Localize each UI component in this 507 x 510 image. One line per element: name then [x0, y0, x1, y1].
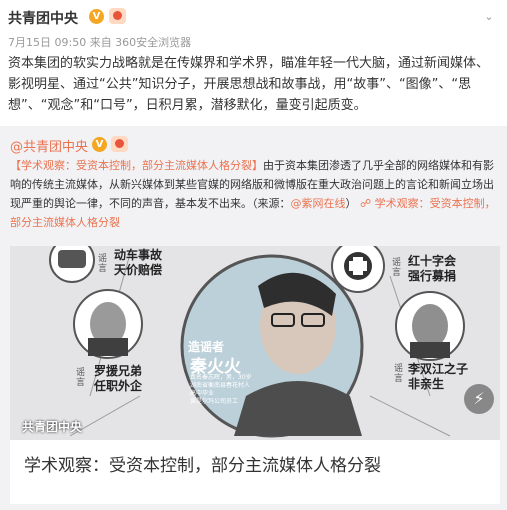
caption-left: 罗援兄弟 任职外企 [94, 364, 143, 393]
caption-top-rumor: 谣言 [98, 254, 108, 274]
article-card[interactable]: 谣言 动车事故 天价赔偿 谣言 红十字会 强行募捐 谣言 罗援兄弟 任职外企 造… [10, 246, 500, 504]
post-header: 共青团中央 V ⌄ [8, 6, 498, 28]
verified-badge-icon: V [89, 9, 104, 24]
caption-left-rumor: 谣言 [76, 368, 86, 388]
reposted-card: @共青团中央 V 【学术观察：受资本控制，部分主流媒体人格分裂】由于资本集团渗透… [0, 126, 507, 510]
caption-top: 动车事故 天价赔偿 [114, 248, 163, 277]
repost-text: 【学术观察：受资本控制，部分主流媒体人格分裂】由于资本集团渗透了几乎全部的网络媒… [10, 156, 500, 232]
post-meta: 7月15日 09:50 来自 360安全浏览器 [8, 36, 192, 49]
link-icon: ☍ [360, 197, 372, 210]
article-card-title[interactable]: 学术观察：受资本控制，部分主流媒体人格分裂 [24, 451, 494, 476]
caption-redcross: 红十字会 强行募捐 [408, 254, 457, 283]
repost-title-tag[interactable]: 【学术观察：受资本控制，部分主流媒体人格分裂】 [10, 159, 263, 172]
post-text: 资本集团的软实力战略就是在传媒界和学术界，瞄准年轻一代大脑，通过新闻媒体、影视明… [8, 56, 490, 113]
repost-verified-badge-icon: V [92, 137, 107, 152]
source-close: ） [345, 197, 357, 210]
repost-author[interactable]: @共青团中央 [10, 136, 88, 155]
source-link[interactable]: @紫网在线 [291, 197, 346, 210]
article-image[interactable]: 谣言 动车事故 天价赔偿 谣言 红十字会 强行募捐 谣言 罗援兄弟 任职外企 造… [10, 246, 500, 440]
center-details: 真名秦志晖，男，30岁 湖南省衡南县春花村人 高中毕业 曾是尔玛公司员工 [190, 374, 252, 405]
medal-icon [109, 8, 126, 24]
caption-right-rumor: 谣言 [394, 364, 404, 384]
chevron-down-icon[interactable]: ⌄ [482, 10, 496, 24]
repost-medal-icon [111, 136, 128, 152]
play-icon[interactable]: ⚡ [464, 384, 494, 414]
post-author-name[interactable]: 共青团中央 [8, 8, 78, 28]
caption-redcross-rumor: 谣言 [392, 258, 402, 278]
image-watermark: 共青团中央 [22, 420, 83, 434]
